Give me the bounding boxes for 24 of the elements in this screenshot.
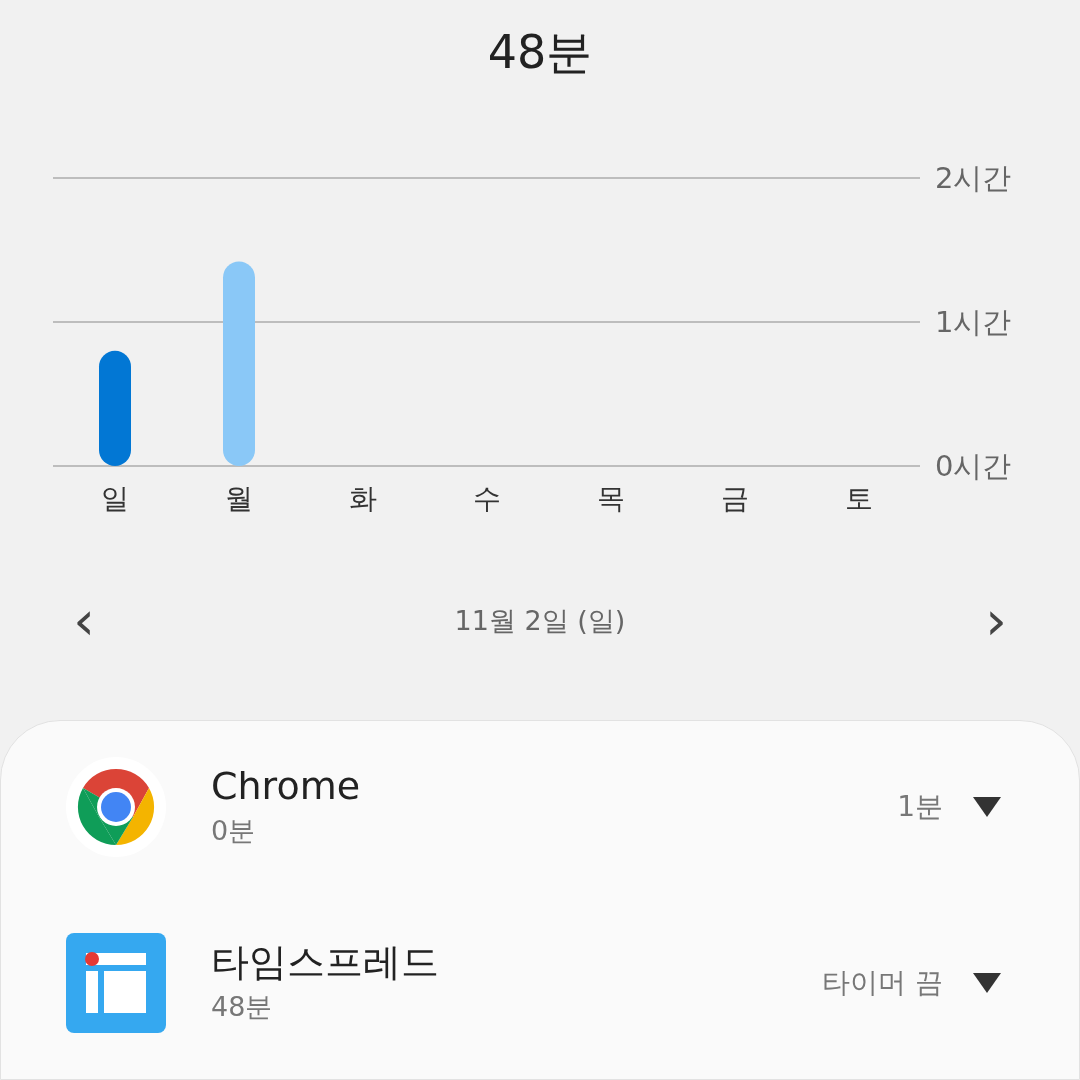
day-label: 수 bbox=[473, 482, 501, 515]
date-label: 11월 2일 (일) bbox=[454, 603, 626, 638]
caret-icon bbox=[973, 973, 1001, 993]
axis-label: 1시간 bbox=[935, 305, 1012, 339]
day-label: 목 bbox=[597, 482, 625, 515]
axis-label: 0시간 bbox=[935, 449, 1012, 483]
day-label: 토 bbox=[845, 482, 873, 515]
usage-bar[interactable] bbox=[99, 350, 131, 466]
previous-button[interactable]: ‹ bbox=[66, 594, 102, 648]
next-button[interactable]: › bbox=[978, 594, 1014, 648]
axis-label: 2시간 bbox=[935, 161, 1012, 195]
timer-dropdown[interactable]: 1분 bbox=[897, 786, 1001, 828]
usage-time: 48분 bbox=[211, 989, 274, 1024]
caret-icon bbox=[973, 797, 1001, 817]
app-name: 타임스프레드 bbox=[211, 939, 440, 986]
day-label: 금 bbox=[721, 482, 749, 515]
timer-dropdown[interactable]: 타이머 끔 bbox=[822, 962, 1001, 1004]
day-label: 화 bbox=[349, 482, 377, 515]
app-name: Chrome bbox=[211, 763, 362, 810]
timeline-app-icon[interactable] bbox=[66, 933, 166, 1033]
day-label: 월 bbox=[225, 482, 253, 515]
usage-time: 0분 bbox=[211, 813, 257, 848]
total-time: 48분 bbox=[487, 24, 593, 81]
day-label: 일 bbox=[101, 482, 129, 515]
